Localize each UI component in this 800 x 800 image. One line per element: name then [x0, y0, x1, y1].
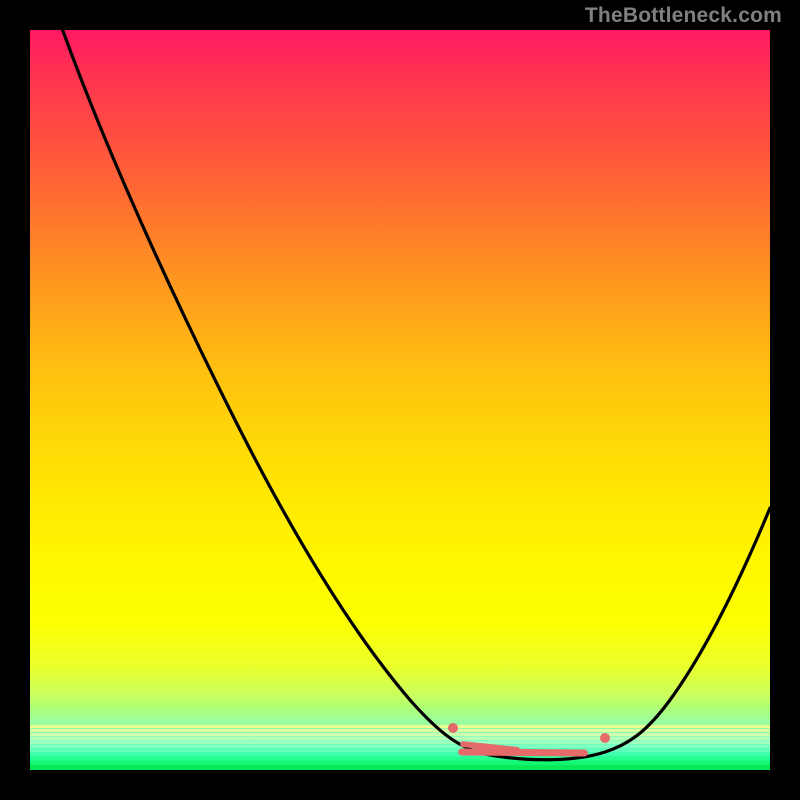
chart-frame: TheBottleneck.com — [0, 0, 800, 800]
highlight-segment — [458, 748, 588, 756]
bottleneck-curve — [30, 30, 770, 770]
watermark-link[interactable]: TheBottleneck.com — [585, 4, 782, 27]
highlight-dot-right — [600, 733, 610, 743]
watermark[interactable]: TheBottleneck.com — [585, 4, 782, 28]
plot-area — [30, 30, 770, 770]
highlight-dot-left — [448, 723, 458, 733]
